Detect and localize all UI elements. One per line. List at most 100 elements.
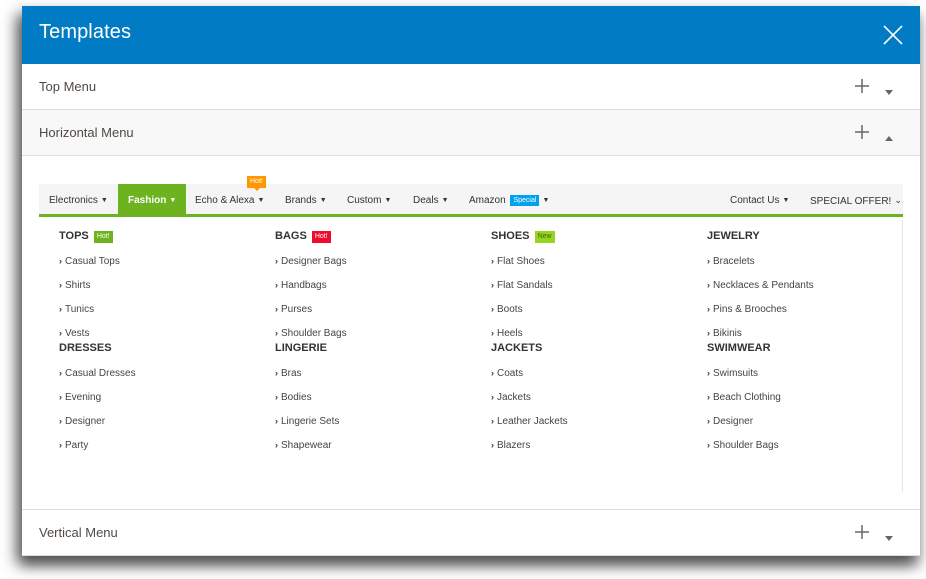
link-text: Bikinis: [713, 328, 742, 339]
chevron-right-icon: ›: [275, 304, 278, 314]
menu-item-fashion[interactable]: Fashion ▼: [118, 184, 187, 217]
menu-item-brands[interactable]: Brands ▼: [285, 184, 327, 217]
link-text: Swimsuits: [713, 368, 759, 379]
chevron-right-icon: ›: [59, 280, 62, 290]
category-link[interactable]: › Blazers: [491, 440, 530, 451]
dialog-header: Templates: [22, 6, 920, 64]
category-link[interactable]: › Purses: [275, 304, 312, 315]
menu-item-deals[interactable]: Deals ▼: [413, 184, 449, 217]
dropdown-arrow-icon: ▼: [319, 197, 327, 204]
fashion-dropdown-panel: TOPS Hot! › Casual Tops › Shirts › Tunics ›…: [39, 220, 903, 492]
link-text: Shapewear: [281, 440, 332, 451]
category-link[interactable]: › Evening: [59, 392, 101, 403]
link-text: Blazers: [497, 440, 531, 451]
hot-badge: Hot!: [247, 176, 266, 191]
category-link[interactable]: › Shoulder Bags: [707, 440, 779, 451]
category-link[interactable]: › Bikinis: [707, 328, 742, 339]
category-link[interactable]: › Beach Clothing: [707, 392, 781, 403]
category-link[interactable]: › Shirts: [59, 280, 91, 291]
category-title[interactable]: JEWELRY: [707, 230, 760, 242]
dropdown-arrow-icon: ▼: [100, 197, 108, 204]
add-horizontal-menu-button[interactable]: [854, 124, 870, 140]
category-link[interactable]: › Swimsuits: [707, 368, 758, 379]
link-text: Flat Sandals: [497, 280, 553, 291]
chevron-right-icon: ›: [491, 328, 494, 338]
chevron-right-icon: ›: [491, 280, 494, 290]
close-button[interactable]: [882, 24, 904, 46]
category-link[interactable]: › Pins & Brooches: [707, 304, 787, 315]
category-title[interactable]: SWIMWEAR: [707, 342, 771, 354]
category-link[interactable]: › Handbags: [275, 280, 327, 291]
menu-item-label: SPECIAL OFFER!: [810, 196, 892, 207]
section-top-menu[interactable]: Top Menu: [22, 64, 920, 110]
category-title[interactable]: DRESSES: [59, 342, 112, 354]
category-link[interactable]: › Jackets: [491, 392, 531, 403]
menu-item-label: Brands: [285, 195, 317, 206]
hot-badge: Hot!: [311, 231, 331, 243]
category-link[interactable]: › Designer Bags: [275, 256, 347, 267]
chevron-right-icon: ›: [275, 328, 278, 338]
category-link[interactable]: › Coats: [491, 368, 523, 379]
dropdown-column: JEWELRY › Bracelets › Necklaces & Pendants…: [707, 220, 907, 464]
category-title[interactable]: BAGS Hot!: [275, 230, 331, 244]
link-text: Pins & Brooches: [713, 304, 787, 315]
category-link[interactable]: › Casual Tops: [59, 256, 120, 267]
category-title[interactable]: SHOES New: [491, 230, 555, 244]
menu-item-contact-us[interactable]: Contact Us ▼: [730, 184, 789, 217]
link-text: Beach Clothing: [713, 392, 781, 403]
section-vertical-menu[interactable]: Vertical Menu: [22, 509, 920, 556]
category-title[interactable]: LINGERIE: [275, 342, 327, 354]
category-link[interactable]: › Shoulder Bags: [275, 328, 347, 339]
dropdown-column: BAGS Hot! › Designer Bags › Handbags › Purs…: [275, 220, 475, 464]
category-link[interactable]: › Bracelets: [707, 256, 755, 267]
category-link[interactable]: › Casual Dresses: [59, 368, 136, 379]
category-link[interactable]: › Heels: [491, 328, 523, 339]
category-link[interactable]: › Vests: [59, 328, 89, 339]
link-text: Bracelets: [713, 256, 755, 267]
category-group-lingerie: LINGERIE › Bras › Bodies › Lingerie Sets › S…: [275, 342, 475, 464]
chevron-right-icon: ›: [707, 328, 710, 338]
category-link[interactable]: › Party: [59, 440, 88, 451]
category-link[interactable]: › Flat Sandals: [491, 280, 553, 291]
category-link[interactable]: › Flat Shoes: [491, 256, 545, 267]
toggle-top-menu-button[interactable]: [885, 83, 893, 95]
section-horizontal-menu[interactable]: Horizontal Menu: [22, 110, 920, 156]
category-link[interactable]: › Shapewear: [275, 440, 332, 451]
toggle-vertical-menu-button[interactable]: [885, 529, 893, 541]
category-title-text: SWIMWEAR: [707, 342, 771, 354]
chevron-right-icon: ›: [59, 416, 62, 426]
chevron-right-icon: ›: [707, 368, 710, 378]
category-title[interactable]: JACKETS: [491, 342, 542, 354]
menu-item-custom[interactable]: Custom ▼: [347, 184, 391, 217]
category-link[interactable]: › Necklaces & Pendants: [707, 280, 814, 291]
chevron-right-icon: ›: [491, 392, 494, 402]
horizontal-menu-preview: Electronics ▼ Fashion ▼ Echo & Alexa ▼ Hot!…: [22, 156, 920, 509]
chevron-right-icon: ›: [491, 304, 494, 314]
category-title-text: JEWELRY: [707, 230, 760, 242]
link-text: Bras: [281, 368, 302, 379]
dropdown-arrow-icon: ▼: [169, 197, 177, 204]
add-vertical-menu-button[interactable]: [854, 524, 870, 540]
chevron-right-icon: ›: [275, 280, 278, 290]
menu-item-label: Contact Us: [730, 195, 780, 206]
category-title-text: JACKETS: [491, 342, 543, 354]
toggle-horizontal-menu-button[interactable]: [885, 129, 893, 141]
category-link[interactable]: › Tunics: [59, 304, 94, 315]
category-link[interactable]: › Lingerie Sets: [275, 416, 339, 427]
menu-item-amazon[interactable]: Amazon Special ▼: [469, 184, 549, 217]
menu-item-electronics[interactable]: Electronics ▼: [49, 184, 108, 217]
category-group-jewelry: JEWELRY › Bracelets › Necklaces & Pendants…: [707, 220, 907, 342]
category-group-dresses: DRESSES › Casual Dresses › Evening › Design…: [59, 342, 259, 464]
category-link[interactable]: › Bras: [275, 368, 302, 379]
add-top-menu-button[interactable]: [854, 78, 870, 94]
category-title[interactable]: TOPS Hot!: [59, 230, 113, 244]
menu-bar: Electronics ▼ Fashion ▼ Echo & Alexa ▼ Hot!…: [39, 176, 903, 217]
category-link[interactable]: › Boots: [491, 304, 523, 315]
hot-badge: Hot!: [93, 231, 113, 243]
menu-item-special-offer[interactable]: SPECIAL OFFER! ⌄: [810, 184, 902, 217]
link-text: Designer: [65, 416, 106, 427]
category-link[interactable]: › Designer: [707, 416, 753, 427]
category-link[interactable]: › Designer: [59, 416, 105, 427]
category-link[interactable]: › Leather Jackets: [491, 416, 568, 427]
category-link[interactable]: › Bodies: [275, 392, 312, 403]
